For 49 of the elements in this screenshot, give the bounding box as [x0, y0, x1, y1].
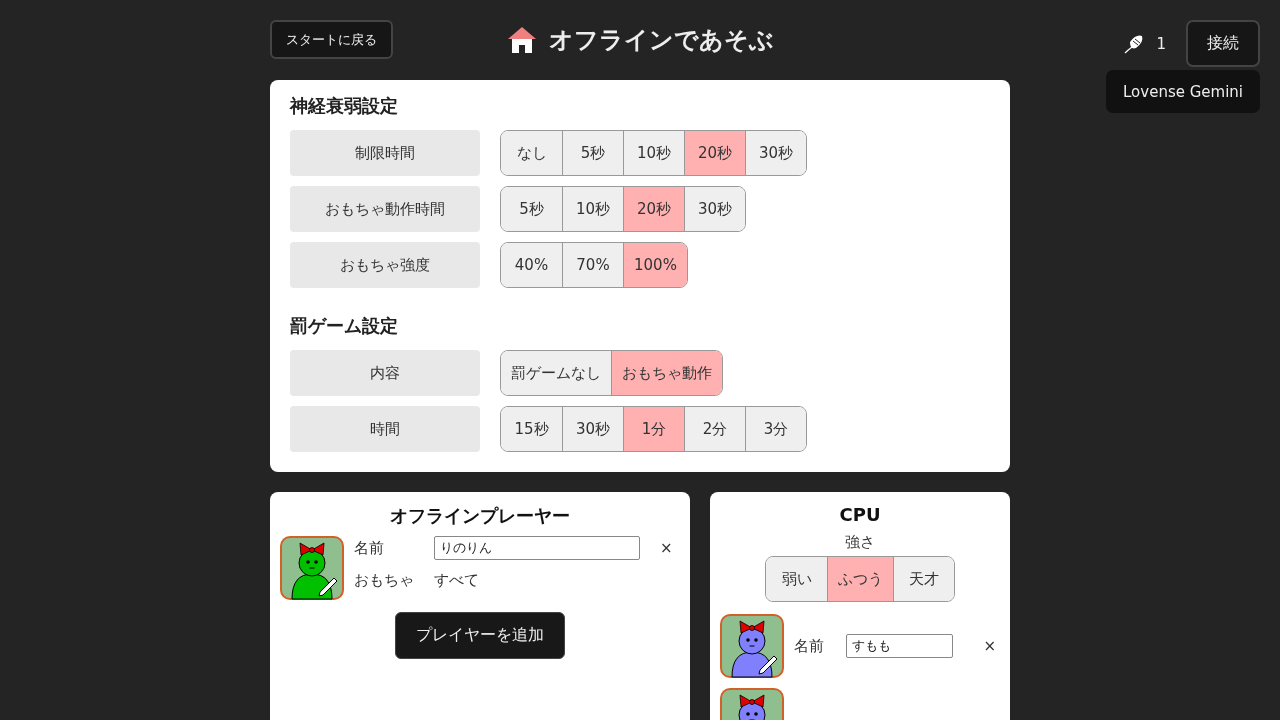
option-button[interactable]: なし [501, 131, 562, 175]
option-button[interactable]: 10秒 [562, 187, 623, 231]
option-button[interactable]: 弱い [766, 557, 827, 601]
connect-button[interactable]: 接続 [1186, 20, 1260, 67]
option-button[interactable]: 30秒 [562, 407, 623, 451]
remove-button[interactable]: × [656, 539, 677, 557]
option-button[interactable]: おもちゃ動作 [611, 351, 722, 395]
card-title: CPU [839, 504, 881, 525]
option-button[interactable]: 5秒 [501, 187, 562, 231]
strength-label: 強さ [845, 533, 875, 552]
option-button[interactable]: 天才 [893, 557, 954, 601]
avatar-drawing[interactable] [720, 614, 784, 678]
section-title: 神経衰弱設定 [290, 94, 399, 118]
option-button[interactable]: ふつう [827, 557, 893, 601]
back-button[interactable]: スタートに戻る [270, 20, 393, 59]
setting-label: おもちゃ強度 [290, 242, 480, 288]
option-button[interactable]: 10秒 [623, 131, 684, 175]
section-title: 罰ゲーム設定 [290, 314, 399, 338]
name-field[interactable]: りのりん [434, 536, 640, 560]
setting-label: おもちゃ動作時間 [290, 186, 480, 232]
option-button[interactable]: 罰ゲームなし [501, 351, 611, 395]
device-popup[interactable]: Lovense Gemini [1106, 70, 1260, 113]
home-icon [506, 26, 537, 54]
option-button[interactable]: 30秒 [745, 131, 806, 175]
card-title: オフラインプレーヤー [390, 504, 570, 528]
option-button[interactable]: 100% [623, 243, 687, 287]
option-button[interactable]: 2分 [684, 407, 745, 451]
option-button[interactable]: 70% [562, 243, 623, 287]
add-player-button[interactable]: プレイヤーを追加 [395, 612, 565, 659]
name-field[interactable]: すもも [846, 634, 954, 658]
setting-label: 制限時間 [290, 130, 480, 176]
option-button[interactable]: 5秒 [562, 131, 623, 175]
page-title: オフラインであそぶ [548, 25, 774, 56]
option-button[interactable]: 15秒 [501, 407, 562, 451]
option-button[interactable]: 1分 [623, 407, 684, 451]
option-button[interactable]: 30秒 [684, 187, 745, 231]
setting-label: 時間 [290, 406, 480, 452]
name-label: 名前 [354, 538, 385, 558]
option-button[interactable]: 20秒 [684, 131, 745, 175]
toy-count: 1 [1156, 34, 1166, 53]
name-label: 名前 [794, 636, 825, 656]
option-button[interactable]: 20秒 [623, 187, 684, 231]
remove-button[interactable]: × [979, 637, 1000, 655]
avatar-drawing[interactable] [280, 536, 344, 600]
setting-label: 内容 [290, 350, 480, 396]
toy-value: すべて [434, 570, 479, 590]
toy-label: おもちゃ [354, 570, 415, 590]
option-button[interactable]: 40% [501, 243, 562, 287]
option-button[interactable]: 3分 [745, 407, 806, 451]
